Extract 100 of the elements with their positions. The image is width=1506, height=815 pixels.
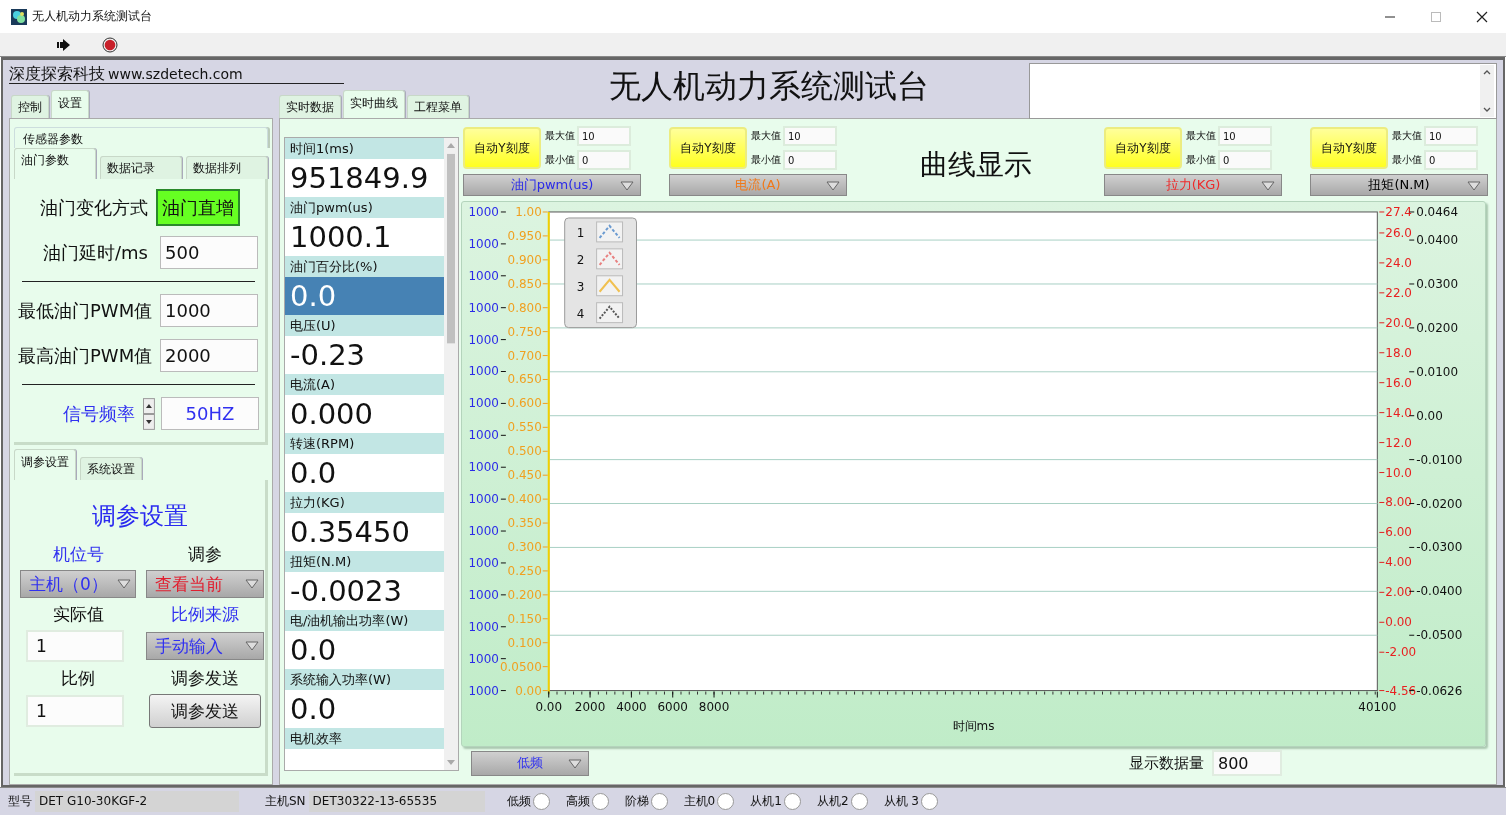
tick-label: 1000	[468, 332, 499, 347]
tick-label: 0.100	[507, 636, 542, 650]
auto-scale-button[interactable]: 自动Y刻度	[463, 127, 541, 170]
chart-title: 曲线显示	[919, 147, 1032, 184]
input-field[interactable]: 10	[783, 126, 837, 147]
scrollbar[interactable]	[1480, 65, 1494, 117]
mode-dropdown[interactable]: 低频	[471, 750, 589, 776]
tick-label: 0.300	[507, 540, 542, 555]
field-label: 最大值	[1186, 129, 1216, 144]
tab[interactable]: 工程菜单	[407, 95, 469, 118]
tick-label: 14.0	[1385, 405, 1412, 420]
dropdown[interactable]: 主机（0）	[20, 570, 136, 598]
scrollbar[interactable]	[444, 138, 458, 770]
auto-scale-button[interactable]: 自动Y刻度	[669, 127, 747, 170]
tick-label: 0.650	[507, 372, 542, 387]
tick-label: 0.00	[1416, 409, 1443, 423]
field-label: 最小值	[545, 153, 575, 168]
tick-label: 6000	[657, 699, 688, 714]
tab[interactable]: 数据排列	[186, 156, 268, 179]
tick-label: -4.56	[1385, 683, 1417, 698]
input-field[interactable]: 0	[1424, 150, 1478, 171]
tick-label: 1000	[468, 492, 499, 507]
channel-dropdown[interactable]: 扭矩(N.M)	[1310, 174, 1488, 197]
tick-label: 0.250	[507, 564, 542, 579]
tab[interactable]: 系统设置	[80, 457, 142, 480]
tick-label: 0.550	[507, 420, 542, 435]
spinner-icon[interactable]	[143, 397, 155, 430]
tab[interactable]: 控制	[11, 95, 49, 118]
app-title: 无人机动力系统测试台	[609, 66, 929, 107]
auto-scale-button[interactable]: 自动Y刻度	[1310, 127, 1388, 170]
field-label: 显示数据量	[1129, 753, 1204, 773]
text-area[interactable]	[1029, 63, 1497, 119]
send-button[interactable]: 调参发送	[149, 694, 261, 728]
group-tab[interactable]: 传感器参数	[14, 127, 268, 148]
legend-label: 2	[576, 253, 585, 268]
maximize-icon[interactable]	[1430, 10, 1442, 23]
field-label: 调参发送	[171, 667, 239, 690]
tick-label: 0.0100	[1416, 365, 1459, 380]
tick-label: 0.750	[507, 324, 542, 339]
input-field[interactable]: 0	[783, 150, 837, 171]
tick-label: 16.0	[1385, 375, 1412, 390]
input-field[interactable]: 10	[577, 126, 631, 147]
tick-label: 0.00	[535, 699, 563, 714]
tab[interactable]: 数据记录	[100, 156, 182, 179]
input-field[interactable]: 10	[1424, 126, 1478, 147]
input-field[interactable]: 1	[26, 630, 124, 662]
tick-label: 1000	[468, 205, 499, 220]
dropdown[interactable]: 手动输入	[146, 632, 264, 660]
input-field[interactable]: 2000	[160, 339, 258, 372]
field-label: 最小值	[1186, 153, 1216, 168]
reading-label: 拉力(KG)	[285, 492, 444, 513]
reading-label: 电/油机输出功率(W)	[285, 610, 444, 631]
mode-button[interactable]: 油门直增	[156, 189, 240, 226]
field-label: 比例	[61, 667, 95, 690]
tab[interactable]: 调参设置	[14, 449, 76, 480]
input-field[interactable]: 500	[160, 236, 258, 269]
tab[interactable]: 实时数据	[279, 95, 341, 118]
tick-label: 1000	[468, 269, 499, 284]
status-label: 主机SN	[264, 793, 307, 810]
tick-label: 0.850	[507, 277, 542, 292]
channel-dropdown[interactable]: 油门pwm(us)	[463, 174, 641, 197]
tick-label: -0.0626	[1416, 683, 1463, 698]
reading-label: 时间1(ms)	[285, 138, 444, 159]
indicator-label: 高频	[565, 793, 590, 810]
field-label: 最高油门PWM值	[18, 343, 154, 368]
website-text: www.szdetech.com	[108, 66, 243, 82]
field-label: 信号频率	[62, 401, 137, 426]
tick-label: -0.0400	[1416, 584, 1463, 599]
input-field[interactable]: 10	[1218, 126, 1272, 147]
caret-icon	[117, 579, 131, 589]
field-label: 油门变化方式	[39, 195, 149, 220]
input-field[interactable]: 0	[577, 150, 631, 171]
tab[interactable]: 油门参数	[14, 148, 96, 179]
window-title: 无人机动力系统测试台	[32, 8, 152, 25]
caret-icon	[620, 181, 634, 192]
tick-label: 0.0500	[499, 659, 542, 674]
field-label: 最大值	[1392, 129, 1422, 144]
tick-label: 2.00	[1385, 585, 1412, 600]
tick-label: 0.450	[507, 468, 542, 483]
input-field[interactable]: 0	[1218, 150, 1272, 171]
brand-name: 深度探索科技	[9, 64, 105, 85]
close-icon[interactable]	[1476, 10, 1488, 23]
field-label: 机位号	[52, 543, 104, 566]
field-label: 最低油门PWM值	[18, 298, 154, 323]
reading-label: 转速(RPM)	[285, 433, 444, 454]
run-arrow-icon[interactable]	[56, 37, 72, 52]
tab[interactable]: 实时曲线	[343, 90, 405, 118]
field-label: 比例来源	[171, 603, 239, 626]
input-field[interactable]: 1000	[160, 294, 258, 327]
reading-value[interactable]: 0.0	[285, 277, 444, 315]
input-field[interactable]: 50HZ	[161, 397, 259, 430]
reading-label: 系统输入功率(W)	[285, 669, 444, 690]
tick-label: 0.00	[1385, 615, 1412, 630]
input-field[interactable]: 1	[26, 695, 124, 727]
tick-label: 26.0	[1385, 226, 1412, 241]
tick-label: 24.0	[1385, 256, 1412, 271]
tab[interactable]: 设置	[51, 90, 89, 118]
stop-icon[interactable]	[102, 36, 118, 53]
input-field[interactable]: 800	[1212, 750, 1282, 777]
auto-scale-button[interactable]: 自动Y刻度	[1104, 127, 1182, 170]
